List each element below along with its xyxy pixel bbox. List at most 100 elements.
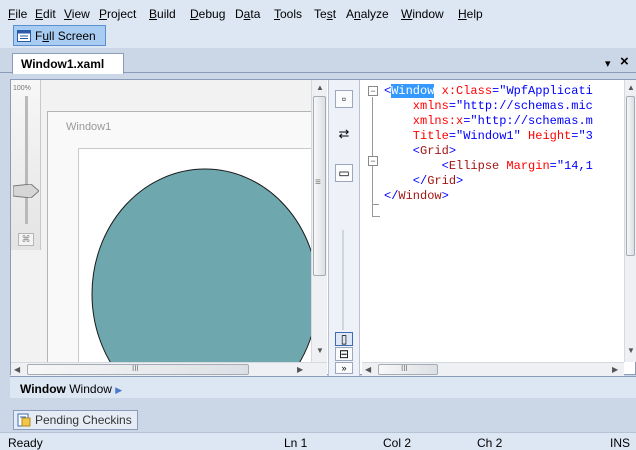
swap-panes-icon[interactable]: ⇄ [335, 126, 353, 144]
pending-checkins-icon [17, 413, 31, 427]
fit-to-view-icon[interactable]: ⌘ [18, 233, 34, 246]
full-screen-label: Full Screen [35, 28, 96, 43]
ellipse-shape[interactable] [91, 168, 314, 368]
xaml-token: Margin [499, 159, 550, 173]
menu-bar: File Edit View Project Build Debug Data … [0, 0, 636, 24]
xaml-vertical-thumb[interactable] [626, 96, 635, 256]
menu-help[interactable]: Help [458, 7, 483, 21]
outline-guide-grid-end [373, 204, 379, 205]
xaml-horizontal-scrollbar[interactable]: ◀ III ▶ [362, 362, 624, 376]
xaml-token: > [456, 174, 464, 188]
xaml-line: <Window x:Class="WpfApplicati [384, 84, 593, 98]
zoom-level-label: 100% [13, 85, 31, 92]
scroll-down-arrow-icon[interactable]: ▼ [316, 346, 324, 356]
xaml-token: " [513, 129, 521, 143]
scroll-left-arrow-icon[interactable]: ◀ [14, 365, 20, 375]
thumb-grip-icon: III [132, 364, 139, 373]
zoom-slider-thumb[interactable] [13, 184, 39, 198]
close-tab-icon[interactable]: × [620, 53, 629, 70]
horizontal-split-view-icon[interactable]: ⊟ [335, 347, 353, 361]
xaml-line: <Grid> [384, 144, 456, 158]
xaml-token: x:Class [434, 84, 493, 98]
scroll-up-arrow-icon[interactable]: ▲ [316, 83, 324, 93]
menu-view[interactable]: View [64, 7, 90, 21]
scroll-down-arrow-icon[interactable]: ▼ [627, 346, 635, 356]
full-screen-button[interactable]: Full Screen [13, 25, 106, 46]
design-horizontal-thumb[interactable]: III [27, 364, 249, 375]
xaml-token: Grid [427, 174, 457, 188]
xaml-token: < [384, 159, 449, 173]
xaml-vertical-scrollbar[interactable]: ▲ ▼ [624, 80, 636, 362]
collapse-grid-node-icon[interactable]: − [368, 156, 378, 166]
menu-debug[interactable]: Debug [190, 7, 225, 21]
xaml-line: xmlns:x="http://schemas.m [384, 114, 593, 128]
collapse-window-node-icon[interactable]: − [368, 86, 378, 96]
scroll-right-arrow-icon[interactable]: ▶ [297, 365, 303, 375]
menu-file[interactable]: File [8, 7, 27, 21]
breadcrumb: Window Window ▶ [10, 376, 636, 398]
xaml-token: Window [391, 84, 435, 98]
thumb-grip-icon: ≡ [315, 177, 321, 188]
breadcrumb-element[interactable]: Window [20, 382, 66, 396]
designer-window-title: Window1 [66, 121, 112, 133]
menu-window[interactable]: Window [401, 7, 444, 21]
xaml-token: =" [492, 84, 507, 98]
xaml-token: 3 [585, 129, 593, 143]
menu-tools[interactable]: Tools [274, 7, 302, 21]
outline-guide-end [372, 216, 380, 217]
menu-test[interactable]: Test [314, 7, 336, 21]
xaml-token: Window1 [463, 129, 514, 143]
xaml-token: </ [384, 189, 399, 203]
scroll-up-arrow-icon[interactable]: ▲ [627, 83, 635, 93]
xaml-token: =" [463, 114, 478, 128]
design-horizontal-scrollbar[interactable]: ◀ III ▶ [11, 362, 327, 376]
xaml-token: </ [384, 174, 428, 188]
pane-splitter: ▫ ⇄ ▭ ▯ ⊟ » [328, 80, 360, 376]
designer-grid[interactable] [78, 148, 314, 368]
tab-dropdown-icon[interactable]: ▾ [605, 57, 611, 70]
xaml-token: Window [398, 189, 442, 203]
tab-window1-xaml[interactable]: Window1.xaml [12, 53, 124, 74]
xaml-line: </Grid> [384, 174, 463, 188]
menu-analyze[interactable]: Analyze [346, 7, 389, 21]
full-screen-icon [17, 29, 31, 42]
status-ready: Ready [8, 436, 43, 450]
xaml-token: WpfApplicati [506, 84, 593, 98]
xaml-token: =" [448, 129, 464, 143]
xaml-line: </Window> [384, 189, 449, 203]
breadcrumb-arrow-icon[interactable]: ▶ [115, 385, 122, 395]
xaml-token: =" [549, 159, 565, 173]
xaml-line: xmlns="http://schemas.mic [384, 99, 593, 113]
menu-data[interactable]: Data [235, 7, 260, 21]
xaml-horizontal-thumb[interactable]: III [378, 364, 438, 375]
pending-checkins-tab[interactable]: Pending Checkins [13, 410, 138, 430]
xaml-editor[interactable]: − − <Window x:Class="WpfApplicati xmlns=… [362, 80, 624, 362]
xaml-token: xmlns [384, 99, 449, 113]
scroll-right-arrow-icon[interactable]: ▶ [612, 365, 618, 375]
collapse-pane-icon[interactable]: ▫ [335, 90, 353, 108]
zoom-track [25, 96, 28, 224]
breadcrumb-type[interactable]: Window [69, 382, 112, 396]
expand-pane-icon[interactable]: » [335, 362, 353, 374]
zoom-panel: 100% ⌘ [11, 80, 41, 250]
menu-build[interactable]: Build [149, 7, 176, 21]
design-vertical-scrollbar[interactable]: ▲ ≡ ▼ [311, 80, 327, 362]
xaml-token: Grid [420, 144, 449, 158]
menu-edit[interactable]: Edit [35, 7, 56, 21]
splitter-divider [342, 230, 344, 330]
menu-project[interactable]: Project [99, 7, 136, 21]
xaml-token: =" [571, 129, 586, 143]
xaml-token: > [441, 189, 449, 203]
status-insert-mode: INS [610, 436, 631, 450]
horizontal-split-icon[interactable]: ▭ [335, 164, 353, 182]
scroll-left-arrow-icon[interactable]: ◀ [365, 365, 371, 375]
vertical-split-icon[interactable]: ▯ [335, 332, 353, 346]
design-vertical-thumb[interactable]: ≡ [313, 96, 326, 276]
xaml-line: <Ellipse Margin="14,1 [384, 159, 593, 173]
status-line: Ln 1 [284, 436, 308, 450]
xaml-token: xmlns:x [384, 114, 464, 128]
xaml-token: Ellipse [448, 159, 500, 173]
xaml-token: =" [448, 99, 464, 113]
pending-checkins-label: Pending Checkins [35, 413, 132, 427]
status-char: Ch 2 [477, 436, 503, 450]
